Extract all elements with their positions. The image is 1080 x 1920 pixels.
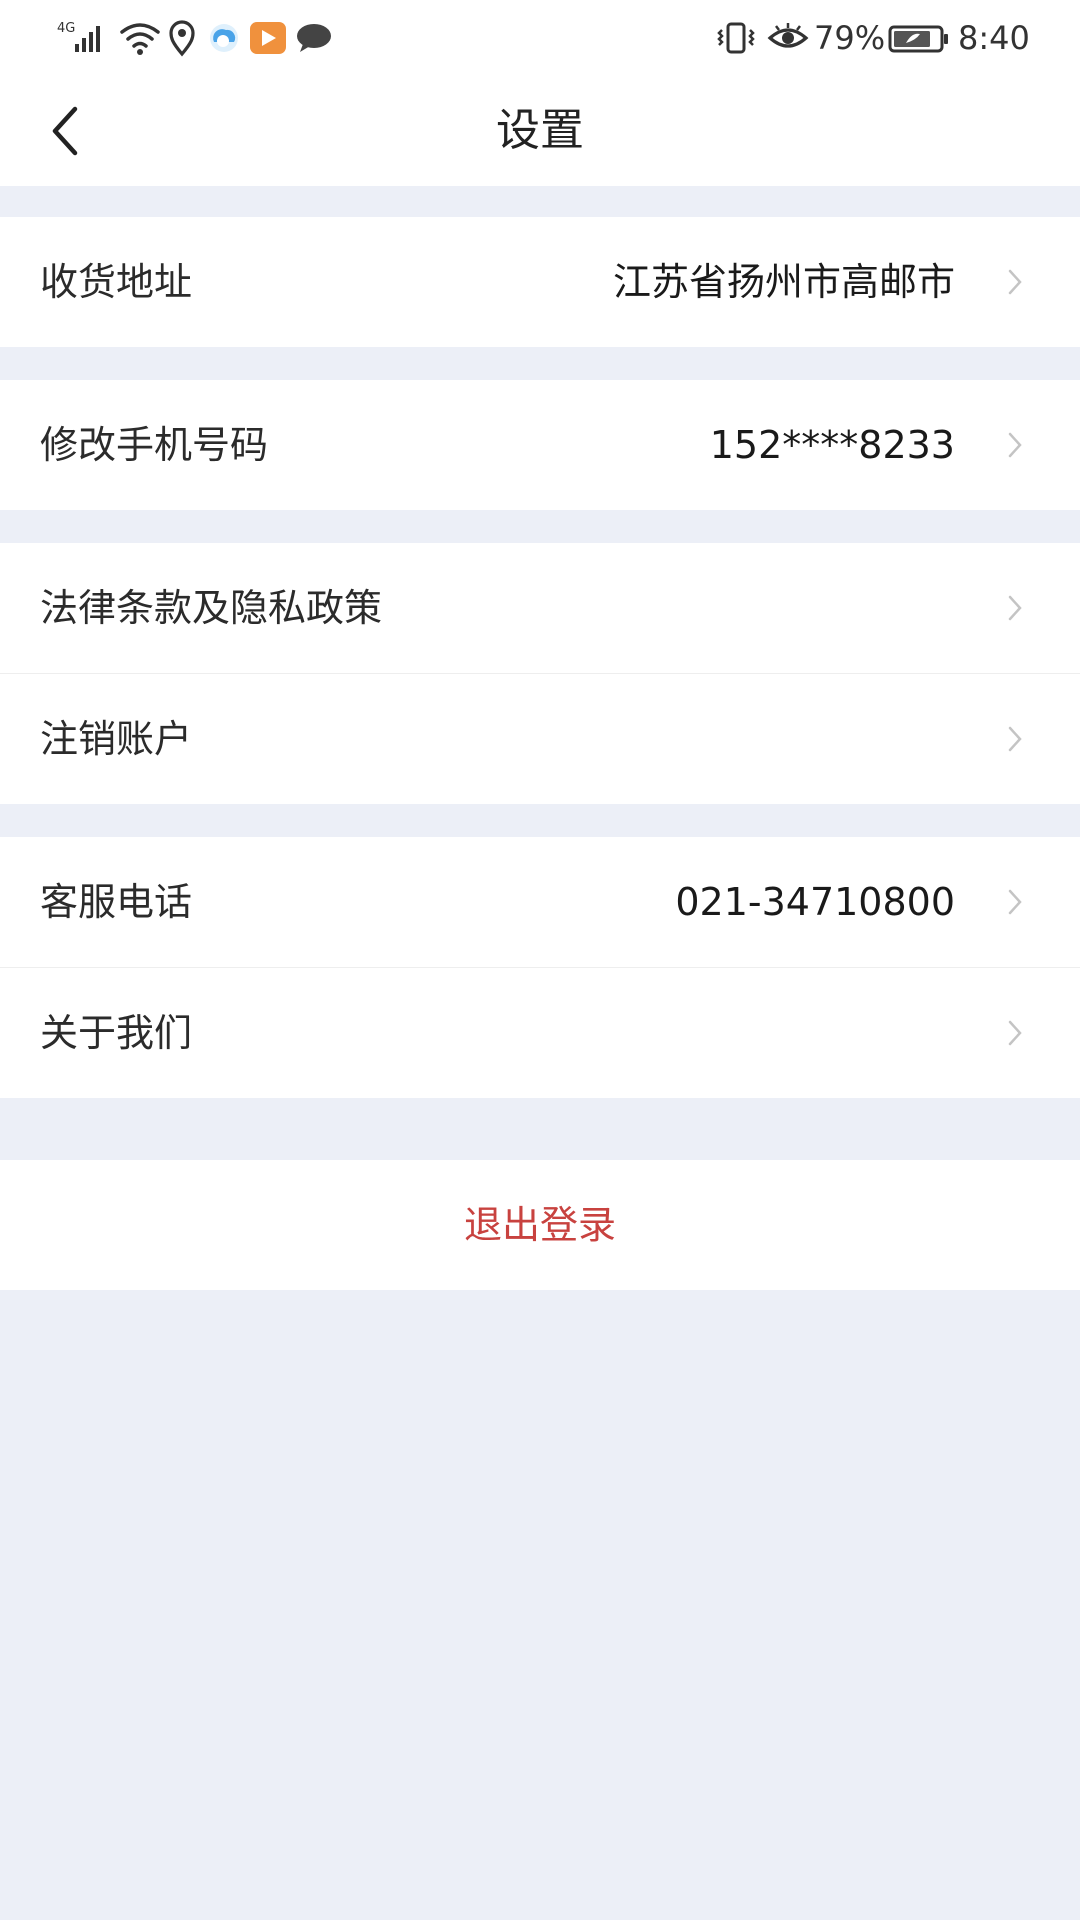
logout-button[interactable]: 退出登录 bbox=[0, 1160, 1080, 1290]
row-shipping-address[interactable]: 收货地址 江苏省扬州市高邮市 bbox=[0, 217, 1080, 347]
row-change-phone[interactable]: 修改手机号码 152****8233 bbox=[0, 380, 1080, 510]
wifi-icon bbox=[118, 18, 162, 58]
row-cancel-account[interactable]: 注销账户 bbox=[0, 674, 1080, 804]
navigation-header: 设置 bbox=[0, 76, 1080, 186]
row-legal-privacy[interactable]: 法律条款及隐私政策 bbox=[0, 543, 1080, 673]
chevron-right-icon bbox=[1008, 432, 1022, 458]
chevron-left-icon bbox=[52, 106, 78, 156]
row-label: 关于我们 bbox=[40, 1011, 193, 1055]
row-label: 修改手机号码 bbox=[40, 423, 269, 467]
weather-app-icon bbox=[206, 18, 242, 58]
clock-time: 8:40 bbox=[958, 19, 1030, 57]
message-icon bbox=[294, 18, 334, 58]
location-icon bbox=[166, 18, 198, 58]
row-customer-service[interactable]: 客服电话 021-34710800 bbox=[0, 837, 1080, 967]
chevron-right-icon bbox=[1008, 595, 1022, 621]
eye-comfort-icon bbox=[766, 18, 810, 58]
video-app-icon bbox=[248, 18, 288, 58]
row-label: 客服电话 bbox=[40, 880, 193, 924]
chevron-right-icon bbox=[1008, 889, 1022, 915]
row-label: 法律条款及隐私政策 bbox=[40, 586, 383, 630]
chevron-right-icon bbox=[1008, 726, 1022, 752]
network-type-label: 4G bbox=[57, 21, 75, 36]
vibrate-icon bbox=[714, 18, 758, 58]
chevron-right-icon bbox=[1008, 1020, 1022, 1046]
row-about-us[interactable]: 关于我们 bbox=[0, 968, 1080, 1098]
status-bar: 4G 79% 8:40 bbox=[0, 0, 1080, 76]
back-button[interactable] bbox=[30, 96, 100, 166]
page-title: 设置 bbox=[496, 105, 584, 156]
chevron-right-icon bbox=[1008, 269, 1022, 295]
row-value: 江苏省扬州市高邮市 bbox=[612, 260, 955, 304]
row-value: 021-34710800 bbox=[675, 880, 955, 924]
settings-screen: 4G 79% 8:40 设置 收货地址 江苏省扬州市高邮市 修改手机号码 152… bbox=[0, 0, 1080, 1920]
logout-label: 退出登录 bbox=[463, 1203, 616, 1247]
row-label: 收货地址 bbox=[40, 260, 193, 304]
battery-icon bbox=[888, 18, 950, 58]
row-label: 注销账户 bbox=[40, 717, 193, 761]
signal-icon: 4G bbox=[55, 18, 111, 58]
row-value: 152****8233 bbox=[709, 423, 955, 467]
